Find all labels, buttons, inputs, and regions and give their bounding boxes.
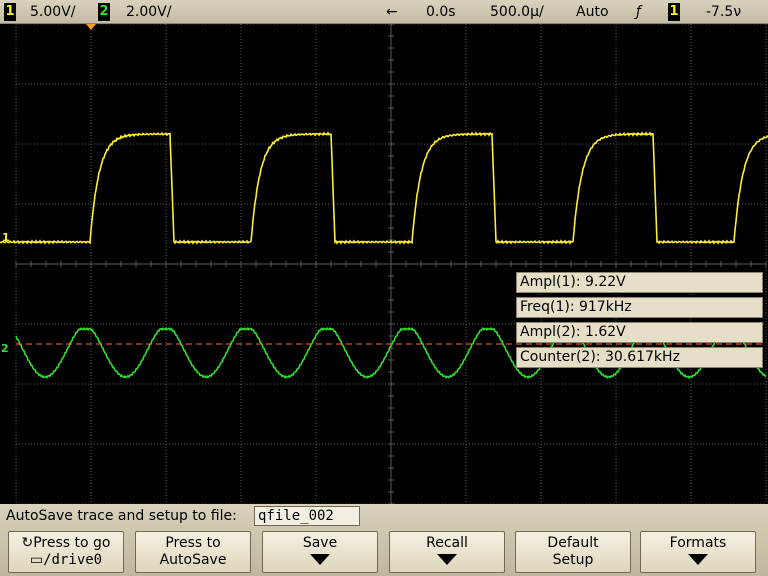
channel-1-scale: 5.00V/: [30, 4, 76, 20]
delay-arrow-icon: ←: [386, 4, 398, 20]
autosave-bar: AutoSave trace and setup to file: qfile_…: [0, 504, 768, 528]
submenu-arrow-icon: [437, 554, 457, 565]
trigger-mode: Auto: [576, 4, 609, 20]
status-bar: 1 5.00V/ 2 2.00V/ ← 0.0s 500.0µ/ Auto ƒ …: [0, 0, 768, 24]
grid-lines: [15, 24, 767, 504]
save-button[interactable]: Save: [262, 531, 378, 573]
submenu-arrow-icon: [688, 554, 708, 565]
channel-2-ground-marker[interactable]: 2: [1, 342, 9, 355]
default-setup-button[interactable]: Default Setup: [515, 531, 631, 573]
formats-button[interactable]: Formats: [640, 531, 756, 573]
trigger-level: -7.5ν: [706, 4, 742, 20]
press-to-autosave-button[interactable]: Press to AutoSave: [135, 531, 251, 573]
channel-1-trace: [0, 131, 768, 245]
waveform-display[interactable]: 1 2 Ampl(1): 9.22V Freq(1): 917kHz Ampl(…: [0, 24, 768, 504]
trigger-edge-icon: ƒ: [636, 4, 641, 20]
measurement-ampl-2: Ampl(2): 1.62V: [516, 322, 763, 343]
rotate-knob-icon: ↻: [21, 535, 34, 551]
channel-2-scale: 2.00V/: [126, 4, 172, 20]
trigger-position-marker: [86, 24, 96, 30]
press-to-go-button[interactable]: ↻Press to go ▭/drive0: [8, 531, 124, 573]
measurement-freq-1: Freq(1): 917kHz: [516, 297, 763, 318]
channel-1-badge[interactable]: 1: [4, 3, 16, 21]
autosave-filename-field[interactable]: qfile_002: [254, 506, 360, 526]
graticule: [0, 24, 768, 504]
time-delay: 0.0s: [426, 4, 456, 20]
recall-button[interactable]: Recall: [389, 531, 505, 573]
measurement-counter-2: Counter(2): 30.617kHz: [516, 347, 763, 368]
trigger-source-badge: 1: [668, 3, 680, 21]
submenu-arrow-icon: [310, 554, 330, 565]
timebase-scale: 500.0µ/: [490, 4, 544, 20]
autosave-label: AutoSave trace and setup to file:: [6, 508, 237, 524]
measurement-ampl-1: Ampl(1): 9.22V: [516, 272, 763, 293]
drive-icon: ▭: [29, 552, 44, 568]
softkey-bar: ↻Press to go ▭/drive0 Press to AutoSave …: [0, 528, 768, 576]
channel-2-badge[interactable]: 2: [98, 3, 110, 21]
channel-1-ground-marker[interactable]: 1: [2, 231, 10, 244]
